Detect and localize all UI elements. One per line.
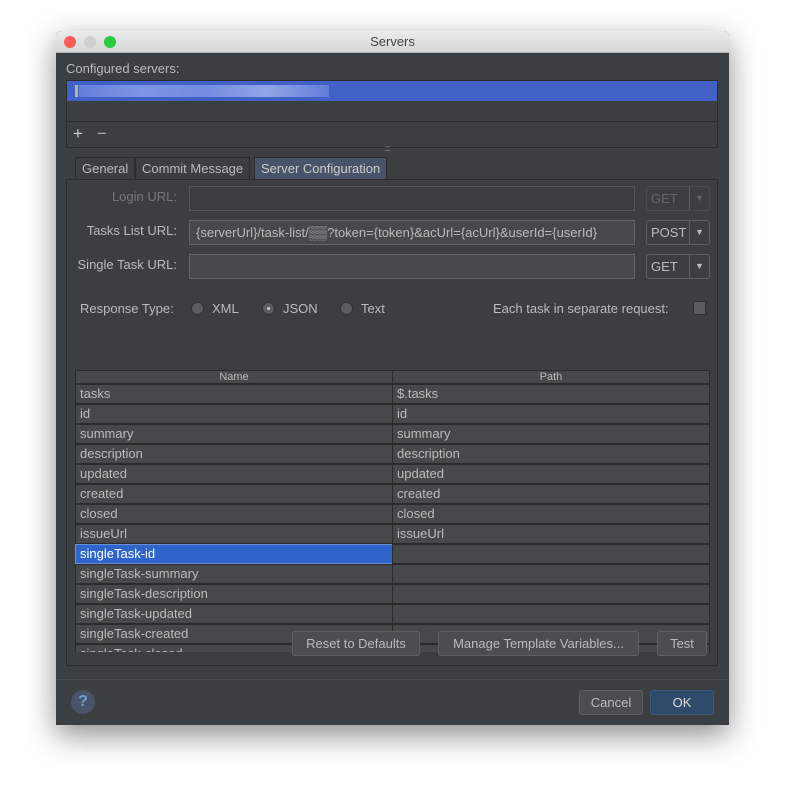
chevron-down-icon: ▼: [689, 187, 709, 210]
name-cell[interactable]: singleTask-updated: [75, 604, 393, 624]
reset-to-defaults-button[interactable]: Reset to Defaults: [292, 631, 420, 656]
path-cell[interactable]: [392, 584, 710, 604]
radio-xml[interactable]: [191, 302, 204, 315]
path-cell[interactable]: [392, 544, 710, 564]
separate-request-label: Each task in separate request:: [493, 301, 669, 316]
path-cell[interactable]: updated: [392, 464, 710, 484]
single-task-url-input[interactable]: [189, 254, 635, 279]
tasks-list-url-label: Tasks List URL:: [86, 223, 177, 238]
radio-xml-label[interactable]: XML: [212, 301, 239, 316]
path-cell[interactable]: summary: [392, 424, 710, 444]
tasks-list-url-input[interactable]: {serverUrl}/task-list/▒▒?token={token}&a…: [189, 220, 635, 245]
name-cell[interactable]: issueUrl: [75, 524, 393, 544]
manage-template-variables-button[interactable]: Manage Template Variables...: [438, 631, 639, 656]
path-cell[interactable]: created: [392, 484, 710, 504]
name-cell[interactable]: singleTask-description: [75, 584, 393, 604]
path-cell[interactable]: issueUrl: [392, 524, 710, 544]
close-window-button[interactable]: [64, 36, 76, 48]
tasks-list-method-select[interactable]: POST ▼: [646, 220, 710, 245]
chevron-down-icon: ▼: [689, 221, 709, 244]
minimize-window-button[interactable]: [84, 36, 96, 48]
name-cell[interactable]: description: [75, 444, 393, 464]
radio-json-label[interactable]: JSON: [283, 301, 318, 316]
maximize-window-button[interactable]: [104, 36, 116, 48]
window-title: Servers: [370, 34, 415, 49]
servers-toolbar: + −: [66, 121, 718, 148]
name-cell[interactable]: singleTask-summary: [75, 564, 393, 584]
response-type-label: Response Type:: [80, 301, 174, 316]
name-cell[interactable]: summary: [75, 424, 393, 444]
radio-text[interactable]: [340, 302, 353, 315]
radio-text-label[interactable]: Text: [361, 301, 385, 316]
path-cell[interactable]: $.tasks: [392, 384, 710, 404]
remove-server-button[interactable]: −: [97, 124, 107, 144]
servers-dialog: Servers Configured servers: + − ::::: Ge…: [56, 31, 729, 725]
splitter-handle[interactable]: :::::: [384, 144, 391, 153]
path-cell[interactable]: closed: [392, 504, 710, 524]
name-cell[interactable]: tasks: [75, 384, 393, 404]
name-cell[interactable]: updated: [75, 464, 393, 484]
single-task-url-label: Single Task URL:: [77, 257, 177, 272]
add-server-button[interactable]: +: [73, 124, 83, 144]
tab-general[interactable]: General: [75, 157, 136, 179]
path-cell[interactable]: [392, 564, 710, 584]
help-icon[interactable]: ?: [71, 690, 95, 714]
tab-commit-message[interactable]: Commit Message: [135, 157, 251, 179]
path-cell[interactable]: [392, 604, 710, 624]
name-cell[interactable]: id: [75, 404, 393, 424]
separate-request-checkbox[interactable]: [693, 301, 706, 315]
fields-table: Name Path tasks $.tasks id id summary summary…: [75, 370, 710, 652]
divider: [56, 679, 729, 680]
name-cell[interactable]: singleTask-id: [75, 544, 393, 564]
test-button[interactable]: Test: [657, 631, 707, 656]
server-configuration-panel: Login URL: GET ▼ Tasks List URL: {serverU…: [66, 179, 718, 666]
single-task-method-select[interactable]: GET ▼: [646, 254, 710, 279]
cancel-button[interactable]: Cancel: [579, 690, 643, 715]
login-url-input[interactable]: [189, 186, 635, 211]
ok-button[interactable]: OK: [650, 690, 714, 715]
path-cell[interactable]: id: [392, 404, 710, 424]
configured-servers-label: Configured servers:: [66, 61, 180, 76]
login-method-value: GET: [651, 191, 678, 206]
login-method-select[interactable]: GET ▼: [646, 186, 710, 211]
chevron-down-icon: ▼: [689, 255, 709, 278]
login-url-label: Login URL:: [111, 189, 177, 204]
name-cell[interactable]: created: [75, 484, 393, 504]
column-header-name[interactable]: Name: [75, 370, 393, 384]
path-cell[interactable]: description: [392, 444, 710, 464]
server-list-item[interactable]: [67, 81, 717, 101]
tasks-list-method-value: POST: [651, 225, 687, 240]
single-task-method-value: GET: [651, 259, 678, 274]
name-cell[interactable]: closed: [75, 504, 393, 524]
title-bar: Servers: [56, 31, 729, 53]
column-header-path[interactable]: Path: [392, 370, 710, 384]
tab-server-configuration[interactable]: Server Configuration: [254, 157, 388, 179]
radio-json[interactable]: [262, 302, 275, 315]
